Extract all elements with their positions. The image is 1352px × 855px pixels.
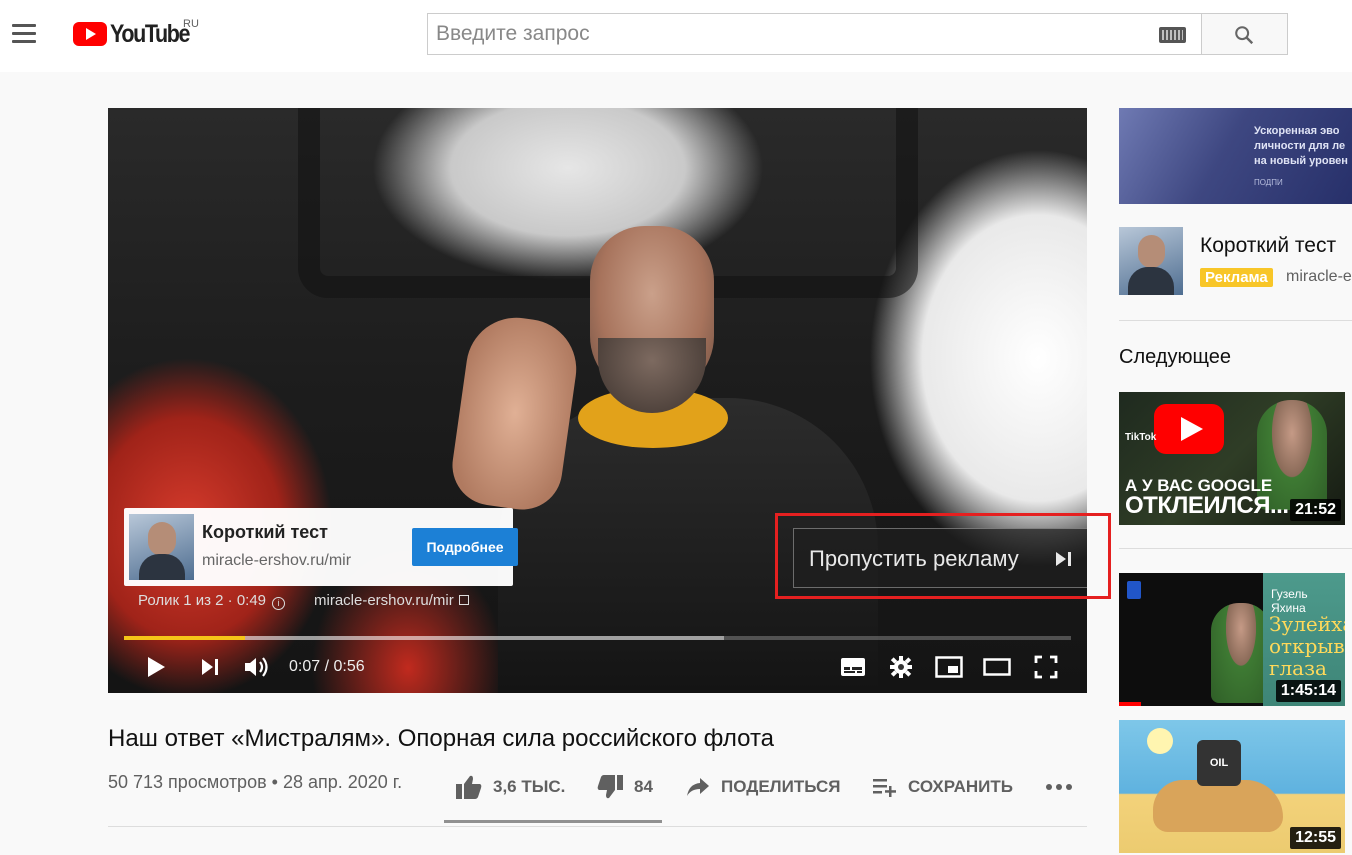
- more-icon: [1046, 784, 1072, 790]
- play-icon: [148, 657, 165, 677]
- share-button[interactable]: ПОДЕЛИТЬСЯ: [685, 772, 841, 802]
- thumbs-up-icon: [456, 775, 482, 799]
- gear-icon: [890, 656, 912, 678]
- ad-url: miracle-ershov.ru/mir: [202, 552, 352, 569]
- save-label: СОХРАНИТЬ: [908, 777, 1013, 796]
- view-count-date: 50 713 просмотров • 28 апр. 2020 г.: [108, 772, 403, 792]
- video-title: Наш ответ «Мистралям». Опорная сила росс…: [108, 725, 775, 752]
- time-display: 0:07 / 0:56: [289, 658, 365, 675]
- miniplayer-icon: [935, 656, 963, 678]
- subtitles-icon: [841, 658, 865, 676]
- sidebar-ad-url: miracle-e: [1286, 268, 1352, 285]
- thumbnail-caption: А У ВАС GOOGLE ОТКЛЕИЛСЯ...: [1125, 476, 1289, 519]
- theater-icon: [983, 658, 1011, 676]
- thumbs-down-icon: [597, 775, 623, 799]
- search-box: [427, 13, 1202, 55]
- keyboard-icon[interactable]: [1159, 27, 1186, 43]
- logo-region: RU: [183, 18, 199, 30]
- thumbnail-caption-line2: ОТКЛЕИЛСЯ...: [1125, 492, 1289, 519]
- youtube-logo[interactable]: YouTube RU: [73, 18, 202, 50]
- save-button[interactable]: СОХРАНИТЬ: [872, 772, 1013, 802]
- ad-info-link-text: miracle-ershov.ru/mir: [314, 592, 454, 609]
- share-icon: [687, 778, 709, 796]
- recommended-video[interactable]: TikTok А У ВАС GOOGLE ОТКЛЕИЛСЯ... 21:52: [1119, 392, 1345, 525]
- subtitles-button[interactable]: [838, 653, 868, 681]
- volume-button[interactable]: [242, 653, 272, 681]
- thumbnail-sun: [1147, 728, 1173, 754]
- next-button[interactable]: [196, 653, 224, 681]
- sidebar-banner-ad[interactable]: Ускоренная эво личности для ле на новый …: [1119, 108, 1352, 204]
- fullscreen-button[interactable]: [1031, 653, 1061, 681]
- fullscreen-icon: [1034, 655, 1058, 679]
- skip-ad-highlight-frame: [775, 513, 1111, 599]
- youtube-logo-thumbnail: [1154, 404, 1224, 454]
- search-icon: [1235, 26, 1254, 45]
- like-dislike-bar: [444, 820, 662, 823]
- thumbnail-camel: [1153, 780, 1283, 832]
- like-count: 3,6 ТЫС.: [493, 777, 566, 796]
- menu-icon[interactable]: [12, 24, 36, 44]
- thumbnail-person: [1211, 603, 1271, 703]
- channel-badge-icon: [1127, 581, 1141, 599]
- divider: [1119, 320, 1352, 321]
- video-duration: 21:52: [1290, 499, 1341, 521]
- more-actions-button[interactable]: [1045, 772, 1083, 802]
- youtube-play-icon: [73, 22, 107, 46]
- info-icon[interactable]: i: [272, 597, 286, 610]
- banner-subscribe-text: ПОДПИ: [1254, 178, 1283, 187]
- recommended-video[interactable]: OIL 12:55: [1119, 720, 1345, 853]
- video-player[interactable]: Короткий тест miracle-ershov.ru/mir Подр…: [108, 108, 1087, 693]
- ad-info-link[interactable]: miracle-ershov.ru/mir: [314, 592, 469, 609]
- dislike-count: 84: [634, 777, 653, 796]
- add-to-playlist-icon: [873, 779, 896, 797]
- sidebar-ad-thumbnail[interactable]: [1119, 227, 1183, 295]
- ad-info: Ролик 1 из 2 · 0:49 i: [138, 592, 286, 610]
- recommended-video[interactable]: Гузель Яхина Зулейха открывает глаза 1:4…: [1119, 573, 1345, 706]
- ad-info-text: Ролик 1 из 2 · 0:49: [138, 592, 267, 609]
- theater-mode-button[interactable]: [982, 653, 1012, 681]
- masthead: YouTube RU: [0, 0, 1352, 72]
- share-label: ПОДЕЛИТЬСЯ: [721, 777, 841, 796]
- like-button[interactable]: 3,6 ТЫС.: [455, 772, 565, 802]
- ad-card[interactable]: Короткий тест miracle-ershov.ru/mir Подр…: [124, 508, 518, 586]
- tiktok-label: TikTok: [1125, 432, 1157, 443]
- logo-text: YouTube: [110, 20, 191, 48]
- divider: [108, 826, 1087, 827]
- external-link-icon: [458, 595, 469, 605]
- sidebar-ad-title[interactable]: Короткий тест: [1200, 234, 1336, 258]
- book-author: Гузель Яхина: [1271, 587, 1308, 615]
- up-next-label: Следующее: [1119, 346, 1231, 368]
- book-title: Зулейха открывает глаза: [1269, 612, 1345, 680]
- dislike-button[interactable]: 84: [596, 772, 653, 802]
- progress-played: [124, 636, 246, 640]
- search-button[interactable]: [1201, 13, 1288, 55]
- video-duration: 12:55: [1290, 827, 1341, 849]
- play-button[interactable]: [142, 653, 170, 681]
- watched-progress: [1119, 702, 1141, 706]
- search-input[interactable]: [436, 22, 1136, 46]
- divider: [1119, 548, 1352, 549]
- settings-button[interactable]: [886, 653, 916, 681]
- ad-badge: Реклама: [1200, 268, 1273, 287]
- ad-thumbnail: [129, 514, 194, 580]
- banner-text: Ускоренная эво личности для ле на новый …: [1254, 125, 1348, 167]
- progress-bar[interactable]: [124, 636, 1071, 640]
- next-icon: [202, 659, 218, 675]
- miniplayer-button[interactable]: [934, 653, 964, 681]
- video-duration: 1:45:14: [1275, 680, 1341, 702]
- ad-title: Короткий тест: [202, 522, 328, 542]
- volume-icon: [245, 657, 268, 677]
- ad-more-button[interactable]: Подробнее: [412, 528, 518, 566]
- thumbnail-oil-barrel: OIL: [1197, 740, 1241, 786]
